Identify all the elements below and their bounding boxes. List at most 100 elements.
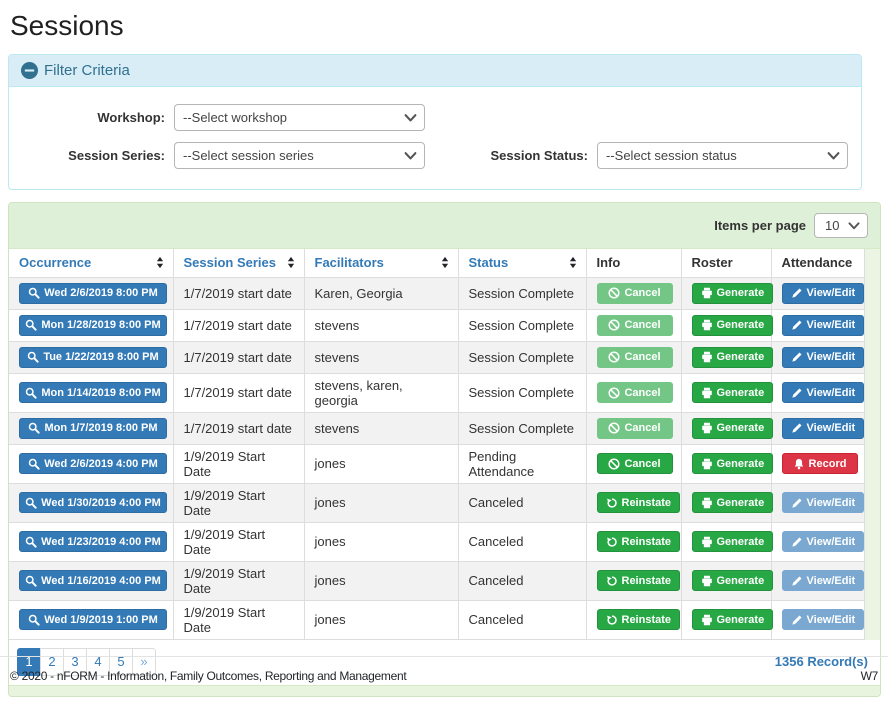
table-row: Mon 1/7/2019 8:00 PM1/7/2019 start dates…: [9, 412, 864, 444]
roster-cell: Generate: [681, 341, 771, 373]
column-header-session-series[interactable]: Session Series: [173, 249, 304, 277]
occurrence-button[interactable]: Wed 1/9/2019 1:00 PM: [19, 609, 167, 630]
occurrence-label: Mon 1/14/2019 8:00 PM: [41, 387, 160, 399]
button-label: Generate: [717, 614, 765, 626]
generate-button[interactable]: Generate: [692, 609, 774, 630]
cancel-button: Cancel: [597, 283, 673, 304]
button-label: Generate: [717, 287, 765, 299]
occurrence-button[interactable]: Mon 1/28/2019 8:00 PM: [19, 315, 167, 336]
table-row: Wed 1/23/2019 4:00 PM 1/9/2019 Start Date…: [9, 522, 864, 561]
info-cell: Cancel: [586, 341, 681, 373]
view-edit-button[interactable]: View/Edit: [782, 418, 865, 439]
pencil-icon: [791, 575, 803, 587]
reinstate-button[interactable]: Reinstate: [597, 609, 681, 630]
pencil-icon: [791, 497, 803, 509]
attendance-cell: View/Edit: [771, 600, 864, 639]
occurrence-button[interactable]: Mon 1/7/2019 8:00 PM: [19, 418, 167, 439]
reinstate-button[interactable]: Reinstate: [597, 531, 681, 552]
reinstate-button[interactable]: Reinstate: [597, 492, 681, 513]
occurrence-button[interactable]: Wed 2/6/2019 8:00 PM: [19, 283, 167, 304]
session-status-select[interactable]: --Select session status: [597, 142, 848, 169]
pencil-icon: [791, 422, 803, 434]
attendance-cell: View/Edit: [771, 483, 864, 522]
button-label: Cancel: [624, 351, 660, 363]
roster-cell: Generate: [681, 483, 771, 522]
view-edit-button[interactable]: View/Edit: [782, 347, 865, 368]
filter-body: Workshop: --Select workshop Session Seri…: [9, 87, 861, 189]
items-per-page-select[interactable]: 10: [814, 213, 868, 238]
printer-icon: [701, 575, 713, 587]
generate-button[interactable]: Generate: [692, 492, 774, 513]
column-label: Occurrence: [19, 255, 91, 270]
session-series-cell: 1/9/2019 Start Date: [173, 522, 304, 561]
session-series-cell: 1/9/2019 Start Date: [173, 444, 304, 483]
printer-icon: [701, 536, 713, 548]
session-series-select[interactable]: --Select session series: [174, 142, 425, 169]
status-cell: Session Complete: [458, 341, 586, 373]
view-edit-button[interactable]: View/Edit: [782, 283, 865, 304]
occurrence-label: Mon 1/28/2019 8:00 PM: [41, 319, 160, 331]
occurrence-button[interactable]: Wed 1/16/2019 4:00 PM: [19, 570, 167, 591]
column-header-facilitators[interactable]: Facilitators: [304, 249, 458, 277]
generate-button[interactable]: Generate: [692, 531, 774, 552]
button-label: Cancel: [624, 422, 660, 434]
button-label: Generate: [717, 458, 765, 470]
workshop-select[interactable]: --Select workshop: [174, 104, 425, 131]
button-label: View/Edit: [807, 387, 856, 399]
generate-button[interactable]: Generate: [692, 347, 774, 368]
occurrence-label: Wed 1/9/2019 1:00 PM: [44, 614, 158, 626]
button-label: Reinstate: [622, 575, 672, 587]
generate-button[interactable]: Generate: [692, 283, 774, 304]
session-series-cell: 1/9/2019 Start Date: [173, 600, 304, 639]
generate-button[interactable]: Generate: [692, 382, 774, 403]
generate-button[interactable]: Generate: [692, 315, 774, 336]
view-edit-button: View/Edit: [782, 570, 865, 591]
occurrence-button[interactable]: Wed 1/30/2019 4:00 PM: [19, 492, 167, 513]
session-series-cell: 1/7/2019 start date: [173, 341, 304, 373]
info-cell: Cancel: [586, 444, 681, 483]
search-icon: [25, 575, 37, 587]
occurrence-button[interactable]: Wed 1/23/2019 4:00 PM: [19, 531, 167, 552]
button-label: View/Edit: [807, 351, 856, 363]
facilitators-cell: stevens: [304, 341, 458, 373]
occurrence-label: Tue 1/22/2019 8:00 PM: [43, 351, 158, 363]
roster-cell: Generate: [681, 600, 771, 639]
table-row: Wed 2/6/2019 8:00 PM1/7/2019 start dateK…: [9, 277, 864, 309]
button-label: View/Edit: [807, 319, 856, 331]
occurrence-button[interactable]: Tue 1/22/2019 8:00 PM: [19, 347, 167, 368]
session-series-cell: 1/7/2019 start date: [173, 277, 304, 309]
reinstate-button[interactable]: Reinstate: [597, 570, 681, 591]
facilitators-cell: stevens: [304, 309, 458, 341]
ban-icon: [608, 287, 620, 299]
view-edit-button[interactable]: View/Edit: [782, 315, 865, 336]
view-edit-button: View/Edit: [782, 609, 865, 630]
printer-icon: [701, 614, 713, 626]
generate-button[interactable]: Generate: [692, 418, 774, 439]
filter-criteria-toggle[interactable]: Filter Criteria: [9, 55, 861, 87]
column-header-roster: Roster: [681, 249, 771, 277]
generate-button[interactable]: Generate: [692, 453, 774, 474]
button-label: Record: [809, 458, 847, 470]
record-button[interactable]: Record: [782, 453, 858, 474]
button-label: Generate: [717, 575, 765, 587]
printer-icon: [701, 319, 713, 331]
column-label: Attendance: [782, 255, 853, 270]
status-cell: Canceled: [458, 600, 586, 639]
button-label: Generate: [717, 319, 765, 331]
printer-icon: [701, 387, 713, 399]
occurrence-label: Wed 2/6/2019 8:00 PM: [44, 287, 158, 299]
column-header-status[interactable]: Status: [458, 249, 586, 277]
undo-icon: [606, 575, 618, 587]
button-label: View/Edit: [807, 287, 856, 299]
occurrence-button[interactable]: Wed 2/6/2019 4:00 PM: [19, 453, 167, 474]
column-header-occurrence[interactable]: Occurrence: [9, 249, 173, 277]
search-icon: [28, 287, 40, 299]
status-cell: Session Complete: [458, 309, 586, 341]
facilitators-cell: jones: [304, 561, 458, 600]
search-icon: [25, 497, 37, 509]
table-row: Wed 1/16/2019 4:00 PM1/9/2019 Start Date…: [9, 561, 864, 600]
generate-button[interactable]: Generate: [692, 570, 774, 591]
occurrence-button[interactable]: Mon 1/14/2019 8:00 PM: [19, 382, 167, 403]
view-edit-button[interactable]: View/Edit: [782, 382, 865, 403]
cancel-button[interactable]: Cancel: [597, 453, 673, 474]
